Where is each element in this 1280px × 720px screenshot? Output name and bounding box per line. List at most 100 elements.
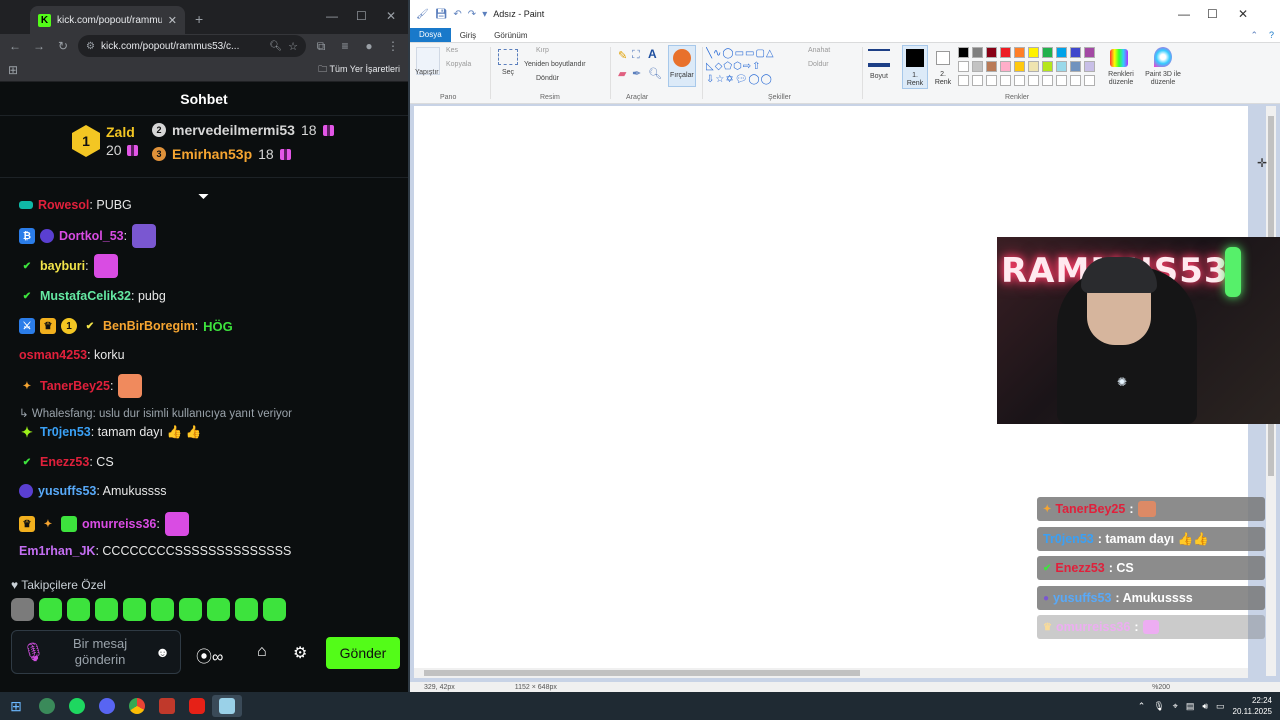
- tab-file[interactable]: Dosya: [410, 28, 451, 42]
- magnifier-icon[interactable]: 🔍︎: [648, 67, 662, 80]
- color2-button[interactable]: 2. Renk: [932, 47, 958, 89]
- close-tab-icon[interactable]: ✕: [168, 14, 177, 27]
- palette-swatch[interactable]: [1042, 61, 1053, 72]
- leaderboard-third[interactable]: 3 Emirhan53p 18: [152, 146, 291, 162]
- emote-button[interactable]: [39, 598, 62, 621]
- tab-home[interactable]: Giriş: [451, 31, 485, 40]
- paint3d-button[interactable]: Paint 3D ile düzenle: [1142, 71, 1184, 87]
- chat-username[interactable]: omurreiss36: [82, 517, 156, 531]
- location-tray-icon[interactable]: ⌖: [1173, 701, 1178, 712]
- taskbar-app[interactable]: [182, 695, 212, 717]
- palette-swatch[interactable]: [1056, 47, 1067, 58]
- chat-username[interactable]: BenBirBoregim: [103, 319, 195, 333]
- microphone-tray-icon[interactable]: 🎙︎: [1153, 701, 1164, 712]
- chat-username[interactable]: Dortkol_53: [59, 229, 124, 243]
- chat-message[interactable]: Rowesol: PUBG: [19, 198, 132, 212]
- taskbar-app-active[interactable]: [212, 695, 242, 717]
- resize-button[interactable]: Yeniden boyutlandır: [524, 61, 586, 68]
- extensions-icon[interactable]: ⧉: [312, 39, 330, 54]
- custom-color-slot[interactable]: [1056, 75, 1067, 86]
- chat-username[interactable]: Enezz53: [40, 455, 89, 469]
- emote-button[interactable]: [11, 598, 34, 621]
- site-info-icon[interactable]: ⚙: [86, 41, 95, 52]
- maximize-icon[interactable]: ☐: [1207, 7, 1218, 21]
- forward-icon[interactable]: →: [30, 39, 48, 53]
- zoom-icon[interactable]: 🔍︎: [269, 41, 282, 52]
- chat-message[interactable]: ⚔ ♛ 1 ✔ BenBirBoregim: HÖG: [19, 318, 233, 334]
- custom-color-slot[interactable]: [1000, 75, 1011, 86]
- palette-swatch[interactable]: [1000, 47, 1011, 58]
- bookmark-star-icon[interactable]: ☆: [288, 40, 298, 53]
- palette-swatch[interactable]: [1028, 61, 1039, 72]
- custom-color-slot[interactable]: [1084, 75, 1095, 86]
- chat-message[interactable]: ♛ ✦ omurreiss36:: [19, 512, 189, 536]
- close-window-icon[interactable]: ✕: [1238, 7, 1248, 21]
- palette-swatch[interactable]: [972, 47, 983, 58]
- chat-message[interactable]: Em1rhan_JK: CCCCCCCCSSSSSSSSSSSSSS: [19, 544, 291, 558]
- leaderboard-second[interactable]: 2 mervedeilmermi53 18: [152, 122, 334, 138]
- chat-message[interactable]: ✔ bayburi:: [19, 254, 118, 278]
- custom-color-slot[interactable]: [958, 75, 969, 86]
- chat-username[interactable]: Em1rhan_JK: [19, 544, 95, 558]
- custom-color-slot[interactable]: [986, 75, 997, 86]
- minimize-icon[interactable]: —: [1178, 7, 1190, 21]
- eraser-icon[interactable]: ▰: [618, 67, 626, 80]
- taskbar-app[interactable]: [92, 695, 122, 717]
- undo-icon[interactable]: ↶: [453, 9, 461, 20]
- emote-button[interactable]: [123, 598, 146, 621]
- chat-username[interactable]: Tr0jen53: [40, 425, 91, 439]
- emote-button[interactable]: [235, 598, 258, 621]
- emoji-picker-icon[interactable]: ☻: [155, 644, 170, 660]
- size-button[interactable]: Boyut: [870, 73, 888, 80]
- network-icon[interactable]: ▤: [1186, 701, 1195, 712]
- minimize-icon[interactable]: —: [326, 9, 338, 23]
- palette-swatch[interactable]: [1084, 61, 1095, 72]
- palette-swatch[interactable]: [958, 47, 969, 58]
- address-bar[interactable]: ⚙ kick.com/popout/rammus53/c... 🔍︎ ☆: [78, 35, 306, 57]
- quick-access-dropdown-icon[interactable]: ▾: [482, 9, 487, 20]
- clock[interactable]: 22:24 20.11.2025: [1233, 695, 1272, 717]
- apps-grid-icon[interactable]: ⊞: [8, 63, 18, 77]
- microphone-icon[interactable]: 🎙︎: [22, 642, 45, 663]
- maximize-icon[interactable]: ☐: [356, 9, 367, 23]
- reload-icon[interactable]: ↻: [54, 39, 72, 53]
- close-window-icon[interactable]: ✕: [386, 9, 396, 23]
- windows-start-icon[interactable]: ⊞: [0, 698, 32, 715]
- brushes-button[interactable]: Fırçalar: [668, 45, 696, 87]
- paste-button[interactable]: Yapıştır: [415, 69, 439, 76]
- leaderboard-first[interactable]: 1 Zald 20: [72, 124, 138, 158]
- chat-message[interactable]: ✔ MustafaCelik32: pubg: [19, 288, 166, 304]
- chat-username[interactable]: yusuffs53: [38, 484, 96, 498]
- profile-avatar-icon[interactable]: ●: [360, 39, 378, 53]
- taskbar-app[interactable]: [122, 695, 152, 717]
- fill-bucket-icon[interactable]: ⛶: [632, 49, 640, 62]
- chat-username[interactable]: Rowesol: [38, 198, 89, 212]
- back-icon[interactable]: ←: [6, 39, 24, 53]
- taskbar-app[interactable]: [32, 695, 62, 717]
- send-button[interactable]: Gönder: [326, 637, 400, 669]
- chat-input[interactable]: 🎙︎ Bir mesaj gönderin ☻: [11, 630, 181, 674]
- custom-color-slot[interactable]: [1014, 75, 1025, 86]
- custom-color-slot[interactable]: [1028, 75, 1039, 86]
- palette-swatch[interactable]: [1014, 61, 1025, 72]
- palette-swatch[interactable]: [1056, 61, 1067, 72]
- horizontal-scroll-thumb[interactable]: [424, 670, 860, 676]
- redo-icon[interactable]: ↷: [468, 9, 476, 20]
- reply-notice[interactable]: ↳ Whalesfang: uslu dur isimli kullanıcıy…: [19, 406, 292, 420]
- palette-swatch[interactable]: [1070, 47, 1081, 58]
- palette-swatch[interactable]: [1070, 61, 1081, 72]
- custom-color-slot[interactable]: [1042, 75, 1053, 86]
- edit-colors-icon[interactable]: [1110, 49, 1128, 67]
- chat-message[interactable]: osman4253: korku: [19, 348, 125, 362]
- color1-button[interactable]: 1. Renk: [902, 45, 928, 89]
- help-icon[interactable]: ?: [1269, 30, 1274, 40]
- crop-button[interactable]: Kırp: [536, 47, 549, 54]
- ribbon-collapse-icon[interactable]: ⌃: [1250, 30, 1258, 41]
- cut-button[interactable]: Kes: [446, 47, 458, 54]
- rotate-button[interactable]: Döndür: [536, 75, 559, 82]
- taskbar-app[interactable]: [62, 695, 92, 717]
- emote-button[interactable]: [263, 598, 286, 621]
- emote-button[interactable]: [67, 598, 90, 621]
- reading-list-icon[interactable]: ≡: [336, 39, 354, 53]
- chat-message[interactable]: ✦ Tr0jen53: tamam dayı 👍 👍: [19, 424, 201, 440]
